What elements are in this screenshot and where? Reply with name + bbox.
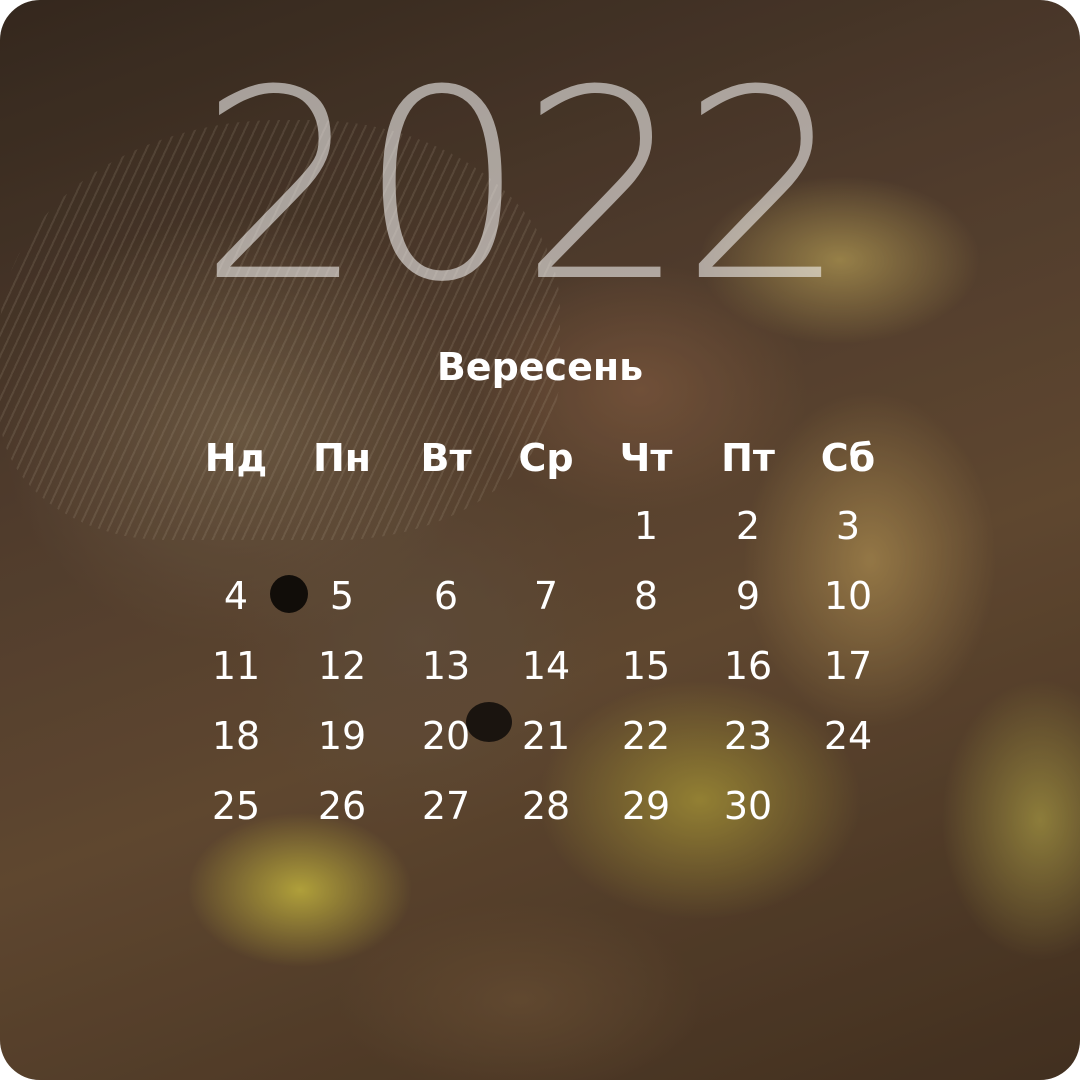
calendar-day: 11: [211, 644, 261, 688]
calendar-day: 9: [735, 574, 761, 618]
calendar-day: 6: [433, 574, 459, 618]
calendar-card: 2022 Вересень Нд Пн Вт Ср Чт Пт Сб 1 2 3…: [0, 0, 1080, 1080]
calendar-day: 22: [621, 714, 671, 758]
calendar-day: 10: [823, 574, 873, 618]
calendar-day: 15: [621, 644, 671, 688]
weekday-mon: Пн: [312, 436, 372, 480]
calendar-day: 4: [223, 574, 249, 618]
calendar-day: 1: [633, 504, 659, 548]
calendar-day: 5: [329, 574, 355, 618]
calendar-day: 13: [421, 644, 471, 688]
calendar-day: 18: [211, 714, 261, 758]
calendar-day: 14: [521, 644, 571, 688]
weekday-tue: Вт: [420, 436, 472, 480]
weekday-fri: Пт: [721, 436, 775, 480]
year-title: 2022: [198, 34, 848, 339]
weekday-sat: Сб: [820, 436, 876, 480]
calendar-day: 21: [521, 714, 571, 758]
calendar-day: 19: [317, 714, 367, 758]
weekday-wed: Ср: [518, 436, 574, 480]
calendar-day: 3: [835, 504, 861, 548]
calendar-day: 24: [823, 714, 873, 758]
calendar-day: 16: [723, 644, 773, 688]
calendar-day: 25: [211, 784, 261, 828]
calendar-day: 17: [823, 644, 873, 688]
weekday-thu: Чт: [619, 436, 673, 480]
calendar-day: 27: [421, 784, 471, 828]
weekday-sun: Нд: [204, 436, 268, 480]
calendar-day: 29: [621, 784, 671, 828]
calendar-day: 30: [723, 784, 773, 828]
calendar-day: 2: [735, 504, 761, 548]
calendar-day: 8: [633, 574, 659, 618]
month-title: Вересень: [436, 345, 644, 389]
calendar-day: 20: [421, 714, 471, 758]
calendar-day: 28: [521, 784, 571, 828]
calendar-day: 23: [723, 714, 773, 758]
calendar-day: 12: [317, 644, 367, 688]
calendar-day: 7: [533, 574, 559, 618]
calendar-day: 26: [317, 784, 367, 828]
